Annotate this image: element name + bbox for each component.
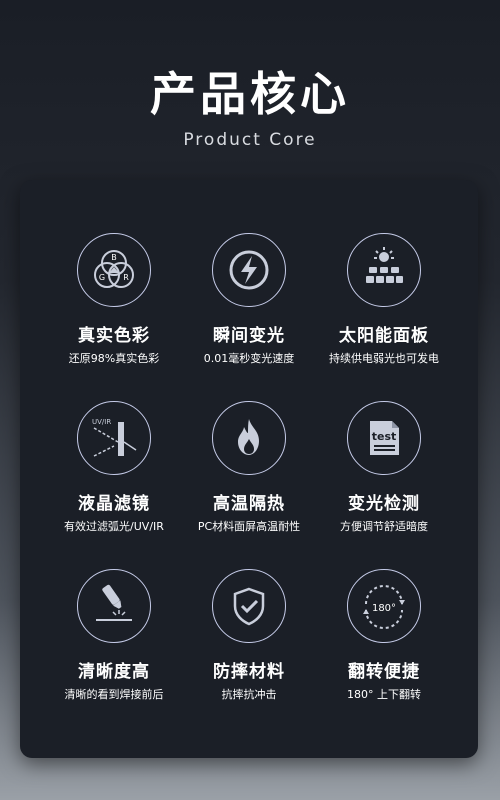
- svg-text:B: B: [111, 253, 117, 262]
- uv-ir-filter-icon: UV/IR: [77, 401, 151, 475]
- feature-desc: 抗摔抗冲击: [221, 688, 277, 701]
- solar-panel-icon: [347, 233, 421, 307]
- svg-text:180°: 180°: [372, 603, 396, 614]
- features-grid: B G R 真实色彩 还原98%真实色彩 瞬间变光 0.01毫秒变光速度 太阳能…: [20, 180, 478, 758]
- feature-easy-flip: 180° 翻转便捷 180° 上下翻转: [314, 569, 454, 702]
- features-card: B G R 真实色彩 还原98%真实色彩 瞬间变光 0.01毫秒变光速度 太阳能…: [20, 180, 478, 758]
- feature-high-clarity: 清晰度高 清晰的看到焊接前后: [44, 569, 184, 702]
- page-subtitle: Product Core: [183, 130, 317, 150]
- lightning-icon: [212, 233, 286, 307]
- feature-desc: 持续供电弱光也可发电: [329, 352, 439, 365]
- feature-desc: 方便调节舒适暗度: [340, 520, 428, 533]
- feature-title: 变光检测: [348, 494, 420, 514]
- feature-desc: 还原98%真实色彩: [68, 352, 160, 365]
- svg-text:UV/IR: UV/IR: [92, 418, 111, 426]
- feature-title: 瞬间变光: [213, 326, 285, 346]
- feature-title: 防摔材料: [213, 662, 285, 682]
- feature-desc: PC材料面屏高温耐性: [197, 520, 301, 533]
- feature-true-color: B G R 真实色彩 还原98%真实色彩: [44, 233, 184, 366]
- svg-text:G: G: [99, 273, 105, 282]
- feature-title: 液晶滤镜: [78, 494, 150, 514]
- feature-desc: 180° 上下翻转: [347, 688, 421, 701]
- test-document-icon: test: [347, 401, 421, 475]
- rotate-180-icon: 180°: [347, 569, 421, 643]
- feature-solar-panel: 太阳能面板 持续供电弱光也可发电: [314, 233, 454, 366]
- svg-text:test: test: [372, 430, 397, 443]
- shield-check-icon: [212, 569, 286, 643]
- feature-instant-dimming: 瞬间变光 0.01毫秒变光速度: [179, 233, 319, 366]
- rgb-color-icon: B G R: [77, 233, 151, 307]
- feature-desc: 有效过滤弧光/UV/IR: [64, 520, 164, 533]
- flame-icon: [212, 401, 286, 475]
- welding-torch-icon: [77, 569, 151, 643]
- feature-desc: 清晰的看到焊接前后: [64, 688, 164, 701]
- feature-title: 太阳能面板: [339, 326, 429, 346]
- feature-shockproof: 防摔材料 抗摔抗冲击: [179, 569, 319, 702]
- feature-title: 真实色彩: [78, 326, 150, 346]
- feature-title: 高温隔热: [213, 494, 285, 514]
- feature-title: 清晰度高: [78, 662, 150, 682]
- page-title: 产品核心: [150, 67, 350, 121]
- svg-text:R: R: [123, 273, 129, 282]
- feature-dimming-test: test 变光检测 方便调节舒适暗度: [314, 401, 454, 534]
- feature-desc: 0.01毫秒变光速度: [203, 352, 295, 365]
- feature-heat-insulation: 高温隔热 PC材料面屏高温耐性: [179, 401, 319, 534]
- feature-title: 翻转便捷: [348, 662, 420, 682]
- feature-lcd-filter: UV/IR 液晶滤镜 有效过滤弧光/UV/IR: [44, 401, 184, 534]
